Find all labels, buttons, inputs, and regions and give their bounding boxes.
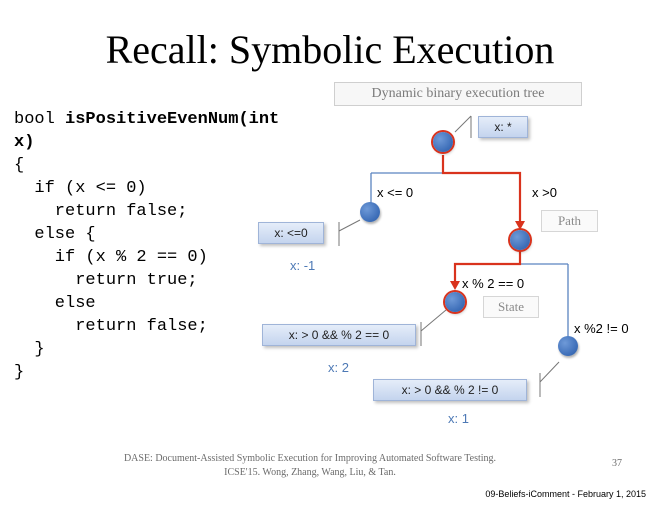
left-state-box: x: <=0: [258, 222, 324, 244]
root-node: [433, 132, 453, 152]
left-condition-label: x <= 0: [377, 185, 414, 200]
state-callout: State: [483, 296, 539, 318]
citation-line: ICSE'15. Wong, Zhang, Wang, Liu, & Tan.: [224, 467, 396, 478]
slide: Recall: Symbolic Execution bool isPositi…: [0, 0, 660, 510]
connector-root: [454, 115, 472, 133]
even-value: x: 2: [328, 360, 349, 375]
even-node: [445, 292, 465, 312]
tree-label: Dynamic binary execution tree: [334, 82, 582, 106]
page-number: 37: [612, 458, 622, 469]
path-callout: Path: [541, 210, 598, 232]
right-condition-label: x >0: [532, 185, 557, 200]
even-state-box: x: > 0 && % 2 == 0: [262, 324, 416, 346]
footer: 09-Beliefs-iComment - February 1, 2015: [485, 489, 646, 499]
even-condition-label: x % 2 == 0: [462, 276, 525, 291]
left-node: [360, 202, 380, 222]
connector-even: [420, 309, 447, 332]
citation-line: DASE: Document-Assisted Symbolic Executi…: [123, 453, 497, 464]
odd-condition-label: x %2 != 0: [574, 321, 629, 336]
tree-edges: [338, 115, 569, 397]
odd-node: [558, 336, 578, 356]
path-highlight: [441, 155, 522, 224]
path-arrowhead: [515, 221, 525, 230]
right-node: [510, 230, 530, 250]
path-arrowhead: [450, 281, 460, 290]
root-state-box: x: *: [478, 116, 528, 138]
odd-value: x: 1: [448, 411, 469, 426]
citation: DASE: Document-Assisted Symbolic Executi…: [60, 452, 560, 480]
left-value: x: -1: [290, 258, 316, 273]
odd-state-box: x: > 0 && % 2 != 0: [373, 379, 527, 401]
connector-odd: [539, 361, 560, 383]
connector-left: [338, 219, 361, 232]
